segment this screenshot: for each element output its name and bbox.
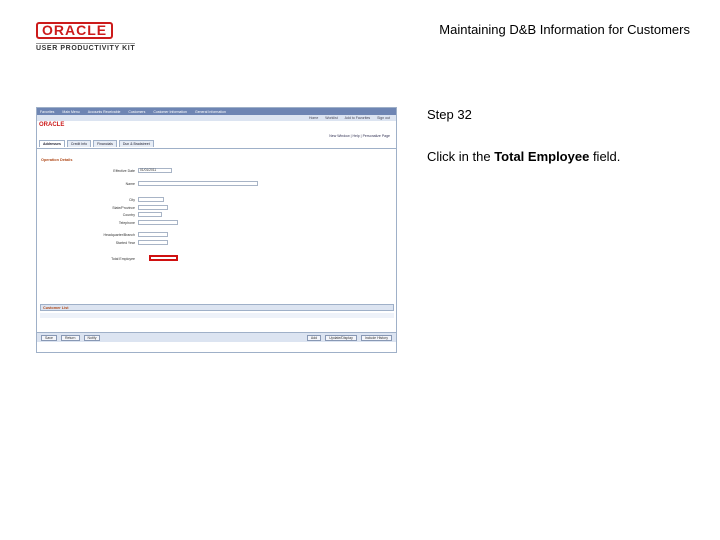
tab-bar: Addresses Credit Info Financials Dun & B…: [39, 140, 154, 147]
field-label: Name: [125, 181, 135, 186]
breadcrumb-item[interactable]: Customer Information: [153, 110, 187, 114]
form-row: Total Employee: [77, 257, 135, 261]
form-row: Started Year: [77, 240, 168, 245]
city-input[interactable]: [138, 197, 164, 202]
section-title: Operation Details: [41, 158, 73, 162]
field-label: City: [128, 197, 135, 202]
form-row: Name: [77, 181, 258, 186]
add-button[interactable]: Add: [306, 334, 322, 341]
field-label: State/Province: [112, 205, 135, 210]
hq-branch-select[interactable]: [138, 232, 168, 237]
app-logo: ORACLE: [39, 122, 65, 128]
header-links: Home Worklist Add to Favorites Sign out: [37, 115, 396, 121]
tab-credit-info[interactable]: Credit Info: [66, 140, 92, 147]
action-bar: Save Return Notify Add Update/Display In…: [37, 332, 396, 342]
field-label: Country: [122, 212, 135, 217]
breadcrumb-item[interactable]: Accounts Receivable: [88, 110, 121, 114]
form-row: Telephone: [77, 220, 178, 225]
started-year-input[interactable]: [138, 240, 168, 245]
header-link[interactable]: Home: [309, 116, 318, 120]
name-input[interactable]: [138, 181, 258, 186]
page-links[interactable]: New Window | Help | Personalize Page: [329, 134, 390, 138]
country-input[interactable]: [138, 212, 162, 217]
tab-dun-bradstreet[interactable]: Dun & Bradstreet: [118, 140, 154, 147]
form-row: Country: [77, 212, 162, 217]
logo-brand: ORACLE: [36, 22, 114, 39]
breadcrumb-item[interactable]: Main Menu: [62, 110, 79, 114]
instruction-suffix: field.: [589, 149, 621, 164]
header-link[interactable]: Add to Favorites: [345, 116, 370, 120]
step-instruction: Click in the Total Employee field.: [427, 149, 620, 164]
form-row: Effective Date 01/01/2011: [77, 168, 172, 173]
document-title: Maintaining D&B Information for Customer…: [439, 22, 690, 37]
grid-column-header: [40, 313, 394, 318]
grid-title: Customer List: [43, 306, 69, 310]
field-label: Effective Date: [113, 168, 135, 173]
tab-addresses[interactable]: Addresses: [39, 140, 65, 147]
header-link[interactable]: Sign out: [377, 116, 390, 120]
tab-divider: [37, 148, 396, 149]
step-number: Step 32: [427, 107, 472, 122]
save-button[interactable]: Save: [41, 334, 57, 341]
form-row: Headquarter/Branch: [77, 232, 168, 237]
telephone-input[interactable]: [138, 220, 178, 225]
total-employee-input[interactable]: [149, 255, 178, 261]
instruction-prefix: Click in the: [427, 149, 495, 164]
logo-subtitle: USER PRODUCTIVITY KIT: [36, 43, 136, 52]
application-screenshot: Favorites Main Menu Accounts Receivable …: [36, 107, 397, 353]
breadcrumb-bar: Favorites Main Menu Accounts Receivable …: [37, 108, 396, 115]
tab-financials[interactable]: Financials: [93, 140, 117, 147]
oracle-upk-logo: ORACLE USER PRODUCTIVITY KIT: [36, 22, 136, 52]
header-link[interactable]: Worklist: [325, 116, 337, 120]
breadcrumb-item[interactable]: Customers: [128, 110, 145, 114]
effective-date-input[interactable]: 01/01/2011: [138, 168, 172, 173]
breadcrumb-item[interactable]: General Information: [195, 110, 226, 114]
form-row: City: [77, 197, 164, 202]
breadcrumb-item[interactable]: Favorites: [40, 110, 54, 114]
field-label: Telephone: [118, 220, 135, 225]
notify-button[interactable]: Notify: [83, 334, 101, 341]
return-button[interactable]: Return: [60, 334, 80, 341]
instruction-field-name: Total Employee: [494, 149, 590, 164]
field-label: Headquarter/Branch: [103, 232, 135, 237]
customer-list-grid: Customer List: [40, 304, 394, 311]
include-history-button[interactable]: Include History: [360, 334, 392, 341]
form-row: State/Province: [77, 205, 168, 210]
field-label: Total Employee: [111, 257, 135, 261]
table-row[interactable]: [40, 320, 394, 325]
state-input[interactable]: [138, 205, 168, 210]
field-label: Started Year: [115, 240, 135, 245]
update-display-button[interactable]: Update/Display: [325, 334, 357, 341]
